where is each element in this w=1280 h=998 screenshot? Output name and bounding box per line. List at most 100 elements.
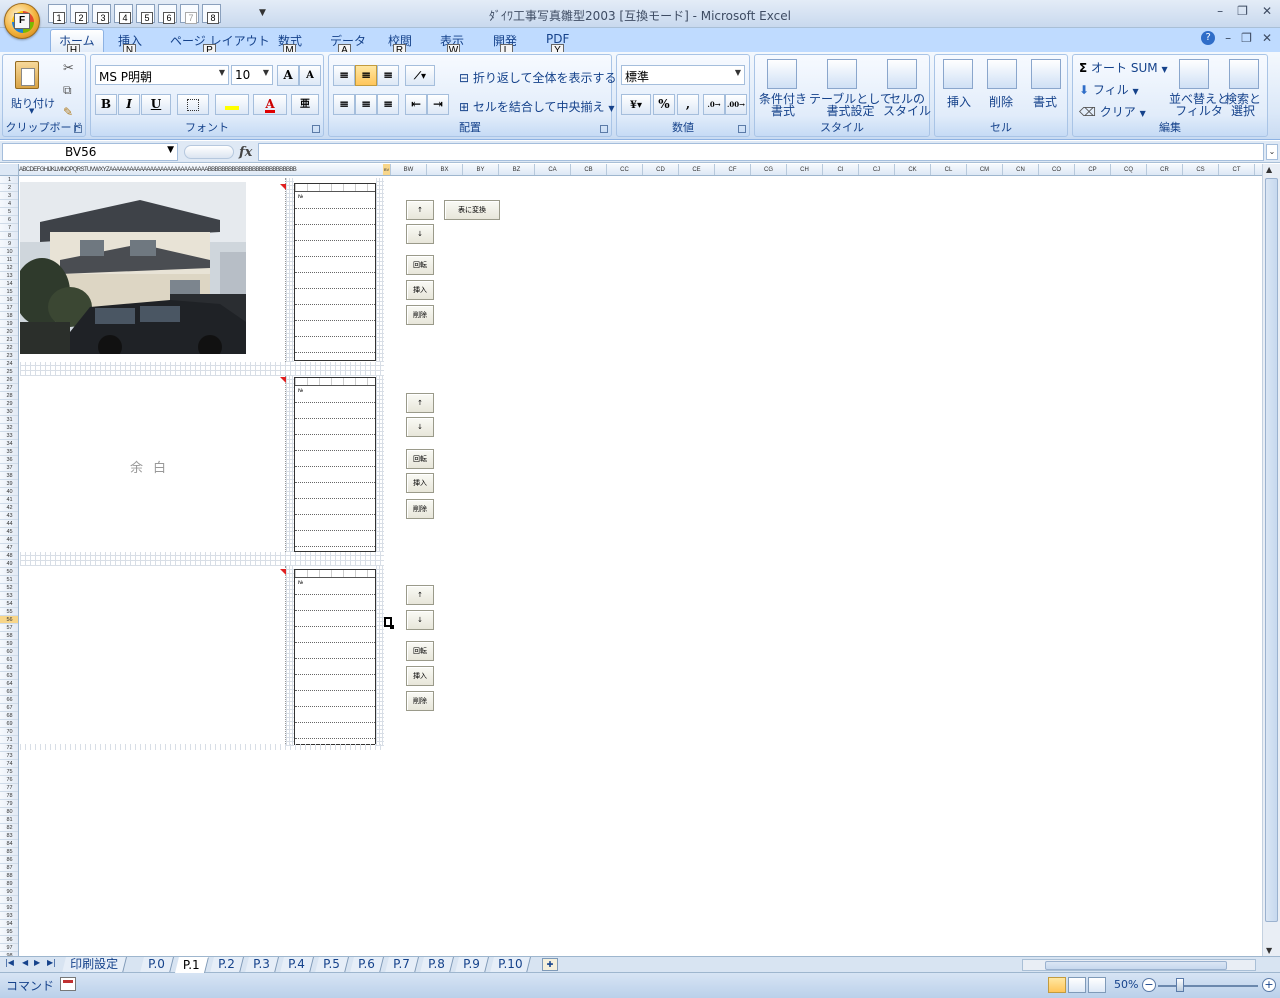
column-header[interactable]: CC — [607, 164, 643, 175]
align-right-button[interactable]: ≡ — [377, 94, 399, 115]
find-select-icon[interactable] — [1229, 59, 1259, 89]
row-header[interactable]: 38 — [0, 472, 18, 480]
row-header[interactable]: 63 — [0, 672, 18, 680]
shrink-font-button[interactable]: A — [299, 65, 321, 86]
row-header[interactable]: 41 — [0, 496, 18, 504]
row-header[interactable]: 50 — [0, 568, 18, 576]
rotate-button-3[interactable]: 回転 — [406, 641, 434, 661]
row-header[interactable]: 54 — [0, 600, 18, 608]
move-down-button-2[interactable]: ↓ — [406, 417, 434, 437]
ribbon-close-icon[interactable]: ✕ — [1262, 31, 1272, 45]
row-header[interactable]: 91 — [0, 896, 18, 904]
decrease-indent-button[interactable]: ⇤ — [405, 94, 427, 115]
insert-sheet-icon[interactable]: ✚ — [542, 958, 558, 971]
increase-decimal-button[interactable]: .0→ — [703, 94, 725, 115]
row-header[interactable]: 59 — [0, 640, 18, 648]
row-header[interactable]: 13 — [0, 272, 18, 280]
convert-to-table-button[interactable]: 表に変換 — [444, 200, 500, 220]
insert-button-1[interactable]: 挿入 — [406, 280, 434, 300]
row-header[interactable]: 8 — [0, 232, 18, 240]
italic-button[interactable]: I — [118, 94, 140, 115]
cut-icon[interactable]: ✂ — [63, 61, 74, 76]
photo-panel-3[interactable] — [20, 566, 286, 744]
copy-icon[interactable]: ⧉ — [63, 83, 72, 98]
row-header[interactable]: 67 — [0, 704, 18, 712]
row-header[interactable]: 64 — [0, 680, 18, 688]
worksheet[interactable]: ABCDEFGHIJKLMNOPQRSTUVWXYZAAAAAAAAAAAAAA… — [0, 164, 1262, 956]
column-header[interactable]: BW — [391, 164, 427, 175]
macro-record-icon[interactable] — [60, 977, 76, 991]
column-header[interactable]: CQ — [1111, 164, 1147, 175]
column-header[interactable]: CE — [679, 164, 715, 175]
row-header[interactable]: 2 — [0, 184, 18, 192]
row-header[interactable]: 35 — [0, 448, 18, 456]
formula-bar-handle[interactable] — [184, 145, 234, 159]
row-header[interactable]: 65 — [0, 688, 18, 696]
delete-cells-button[interactable]: 削除 — [989, 93, 1013, 110]
borders-button[interactable] — [177, 94, 209, 115]
sort-filter-button[interactable]: 並べ替えと フィルタ — [1169, 93, 1229, 117]
prev-sheet-icon[interactable]: ◀ — [22, 958, 28, 967]
align-middle-button[interactable]: ≡ — [355, 65, 377, 86]
row-header[interactable]: 17 — [0, 304, 18, 312]
column-header[interactable]: CF — [715, 164, 751, 175]
find-select-button[interactable]: 検索と 選択 — [1225, 93, 1261, 117]
restore-icon[interactable]: ❐ — [1237, 4, 1248, 18]
sheet-tab[interactable]: P.6 — [350, 957, 384, 973]
delete-button-2[interactable]: 削除 — [406, 499, 434, 519]
ribbon-restore-icon[interactable]: ❐ — [1241, 31, 1252, 45]
row-header[interactable]: 51 — [0, 576, 18, 584]
row-header[interactable]: 79 — [0, 800, 18, 808]
row-header[interactable]: 89 — [0, 880, 18, 888]
dialog-launcher-icon[interactable] — [738, 125, 746, 133]
row-header[interactable]: 95 — [0, 928, 18, 936]
column-header[interactable]: CA — [535, 164, 571, 175]
row-header[interactable]: 45 — [0, 528, 18, 536]
row-header[interactable]: 97 — [0, 944, 18, 952]
row-header[interactable]: 5 — [0, 208, 18, 216]
row-header[interactable]: 32 — [0, 424, 18, 432]
minimize-icon[interactable]: – — [1217, 4, 1223, 18]
sheet-tab[interactable]: P.7 — [385, 957, 419, 973]
currency-button[interactable]: ¥▾ — [621, 94, 651, 115]
number-format-select[interactable]: 標準 ▼ — [621, 65, 745, 85]
fill-color-button[interactable] — [215, 94, 249, 115]
row-header[interactable]: 53 — [0, 592, 18, 600]
next-sheet-icon[interactable]: ▶ — [34, 958, 40, 967]
format-cells-button[interactable]: 書式 — [1033, 93, 1057, 110]
row-header[interactable]: 76 — [0, 776, 18, 784]
notes-box-2[interactable]: № — [294, 377, 376, 552]
row-header[interactable]: 72 — [0, 744, 18, 752]
row-header[interactable]: 86 — [0, 856, 18, 864]
underline-button[interactable]: U — [141, 94, 171, 115]
row-header[interactable]: 16 — [0, 296, 18, 304]
row-header[interactable]: 55 — [0, 608, 18, 616]
row-header[interactable]: 90 — [0, 888, 18, 896]
row-header[interactable]: 6 — [0, 216, 18, 224]
row-header[interactable]: 80 — [0, 808, 18, 816]
fill-button[interactable]: ⬇ フィル ▼ — [1079, 81, 1139, 98]
row-header[interactable]: 84 — [0, 840, 18, 848]
delete-cells-icon[interactable] — [987, 59, 1017, 89]
formula-input[interactable] — [258, 143, 1264, 161]
row-header[interactable]: 81 — [0, 816, 18, 824]
sheet-tab[interactable]: 印刷設定 — [62, 957, 128, 973]
row-header[interactable]: 92 — [0, 904, 18, 912]
row-header[interactable]: 83 — [0, 832, 18, 840]
dialog-launcher-icon[interactable] — [74, 125, 82, 133]
column-headers-compressed[interactable]: ABCDEFGHIJKLMNOPQRSTUVWXYZAAAAAAAAAAAAAA… — [19, 164, 389, 175]
insert-button-3[interactable]: 挿入 — [406, 666, 434, 686]
align-top-button[interactable]: ≡ — [333, 65, 355, 86]
row-header[interactable]: 69 — [0, 720, 18, 728]
delete-button-3[interactable]: 削除 — [406, 691, 434, 711]
row-header[interactable]: 14 — [0, 280, 18, 288]
sheet-tab[interactable]: P.5 — [315, 957, 349, 973]
row-header[interactable]: 71 — [0, 736, 18, 744]
sheet-tab[interactable]: P.2 — [210, 957, 244, 973]
row-header[interactable]: 61 — [0, 656, 18, 664]
row-header[interactable]: 12 — [0, 264, 18, 272]
zoom-in-icon[interactable]: + — [1262, 978, 1276, 992]
name-box[interactable]: BV56 ▼ — [2, 143, 178, 161]
row-header[interactable]: 37 — [0, 464, 18, 472]
column-header[interactable]: CP — [1075, 164, 1111, 175]
